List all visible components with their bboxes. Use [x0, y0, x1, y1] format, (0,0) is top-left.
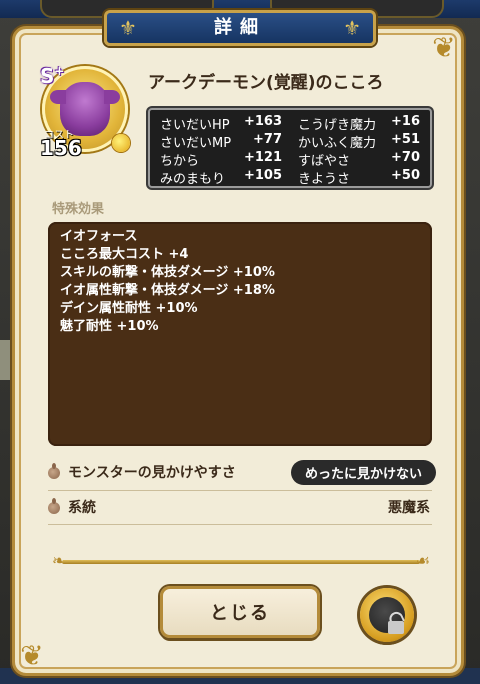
stat-row: さいだいMP +77 かいふく魔力 +51	[160, 131, 420, 151]
ornament-bar-line	[62, 560, 420, 564]
stat-value: +163	[243, 113, 282, 129]
effect-line: 魅了耐性 +10%	[60, 319, 159, 334]
fleur-ornament-icon: ⚜	[119, 16, 137, 40]
stat-value: +51	[391, 131, 420, 147]
family-value: 悪魔系	[388, 500, 430, 516]
effect-line: デイン属性耐性 +10%	[60, 301, 198, 316]
corner-ornament-icon: ❦	[20, 639, 44, 672]
lock-icon	[369, 597, 405, 634]
stat-label: すばやさ	[298, 153, 351, 169]
rank-badge: S+	[40, 64, 68, 88]
lock-toggle-button[interactable]	[360, 588, 414, 642]
stat-row: さいだいHP +163 こうげき魔力 +16	[160, 113, 420, 133]
stat-label: みのまもり	[160, 171, 226, 187]
family-row: 系統 悪魔系	[46, 494, 436, 520]
corner-ornament-icon: ❦	[432, 31, 456, 64]
effect-line: スキルの斬撃・体技ダメージ +10%	[60, 265, 275, 280]
fleur-ornament-icon: ☙	[415, 551, 430, 570]
fleur-ornament-icon: ⚜	[343, 16, 361, 40]
divider	[48, 490, 432, 491]
stat-row: みのまもり +105 きようさ +50	[160, 167, 420, 187]
heart-drop-icon	[46, 463, 62, 480]
stat-label: さいだいHP	[160, 117, 230, 133]
close-button[interactable]: とじる	[160, 586, 320, 638]
stat-value: +121	[243, 149, 282, 165]
ornament-divider: ❧ ☙	[52, 551, 430, 570]
stat-label: きようさ	[298, 171, 351, 187]
stat-value: +105	[243, 167, 282, 183]
coin-icon	[112, 134, 130, 152]
lock-body	[388, 621, 404, 634]
effect-line: イオ属性斬撃・体技ダメージ +18%	[60, 283, 275, 298]
rank-letter: S	[40, 64, 55, 88]
stat-label: さいだいMP	[160, 135, 232, 151]
rarity-label: モンスターの見かけやすさ	[68, 465, 236, 481]
close-button-label: とじる	[210, 603, 270, 624]
effect-line: こころ最大コスト +4	[60, 247, 189, 262]
stat-value: +50	[391, 167, 420, 183]
dialog-title: 詳細	[214, 17, 266, 38]
special-effects-heading: 特殊効果	[52, 202, 105, 217]
stat-value: +16	[391, 113, 420, 129]
divider	[48, 524, 432, 525]
heart-drop-icon	[46, 498, 62, 515]
stat-value: +77	[253, 131, 282, 147]
stat-label: かいふく魔力	[298, 135, 377, 151]
stats-panel: さいだいHP +163 こうげき魔力 +16 さいだいMP +77 かいふく魔力 +51…	[148, 108, 432, 188]
stat-label: ちから	[160, 153, 200, 169]
heart-name: アークデーモン(覚醒)のこころ	[148, 73, 384, 93]
stat-label: こうげき魔力	[298, 117, 377, 133]
special-effects-list[interactable]: イオフォース こころ最大コスト +4 スキルの斬撃・体技ダメージ +10% イオ…	[48, 222, 432, 446]
rarity-row: モンスターの見かけやすさ めったに見かけない	[46, 459, 436, 485]
effect-line: イオフォース	[60, 229, 138, 244]
title-banner: ⚜ 詳細 ⚜	[104, 10, 376, 46]
cost-value: 156	[40, 136, 82, 160]
rarity-value: めったに見かけない	[290, 459, 436, 485]
family-label: 系統	[68, 500, 96, 516]
stat-value: +70	[391, 149, 420, 165]
rank-plus: +	[54, 64, 65, 78]
stat-row: ちから +121 すばやさ +70	[160, 149, 420, 169]
